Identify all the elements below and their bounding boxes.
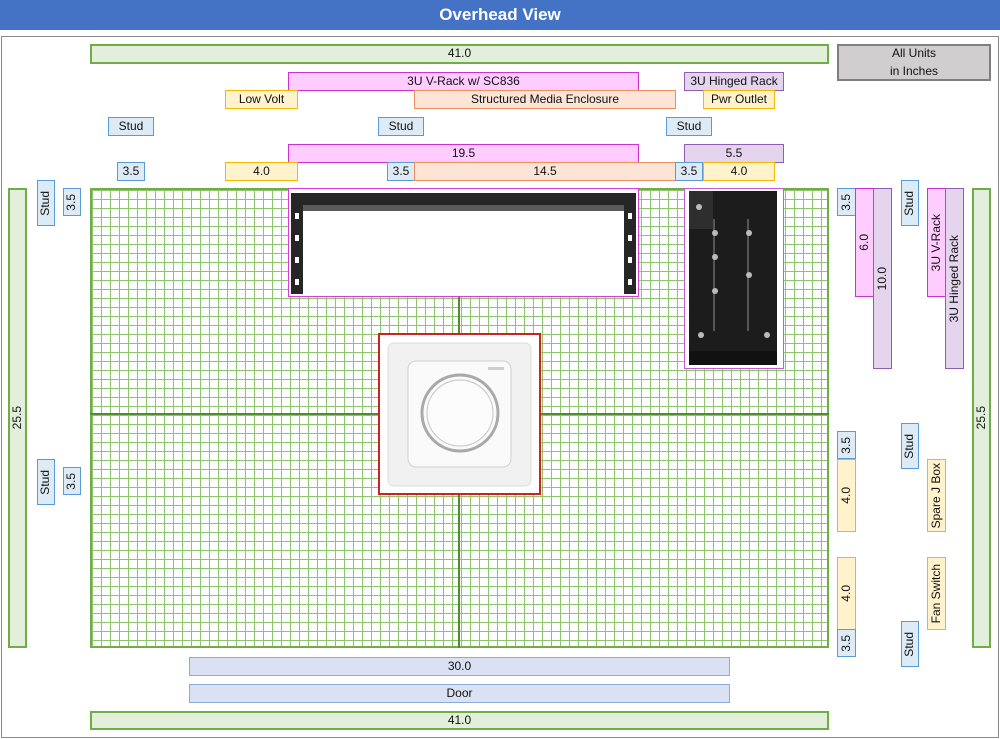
ceiling-fan-outline: [378, 333, 541, 495]
hinged-rack-shape: [684, 188, 784, 369]
spare-jbox-label: Spare J Box: [927, 459, 946, 532]
stud-top-middle: Stud: [378, 117, 424, 136]
top-width-dimension: 41.0: [90, 44, 829, 64]
stud-top-right: Stud: [666, 117, 712, 136]
stud-gap-middle-dimension: 3.5: [387, 162, 415, 181]
vrack-illustration: [291, 193, 636, 294]
stud-gap-right-top-dimension: 3.5: [837, 188, 856, 216]
stud-right-top: Stud: [901, 180, 919, 226]
sme-width-dimension: 14.5: [414, 162, 676, 181]
fan-switch-height-dimension: 4.0: [837, 557, 856, 630]
stud-left-bottom: Stud: [37, 459, 55, 505]
stud-gap-left-bottom-dimension: 3.5: [63, 467, 81, 495]
pwr-outlet-width-dimension: 4.0: [703, 162, 775, 181]
page-title: Overhead View: [0, 0, 1000, 30]
hinged-width-dimension: 5.5: [684, 144, 784, 163]
vrack-label: 3U V-Rack w/ SC836: [288, 72, 639, 91]
vrack-depth-dimension: 6.0: [855, 188, 874, 297]
stud-gap-right-bottom-dimension: 3.5: [837, 629, 856, 657]
low-volt-width-dimension: 4.0: [225, 162, 298, 181]
sme-label: Structured Media Enclosure: [414, 90, 676, 109]
stud-left-top: Stud: [37, 180, 55, 226]
low-volt-label: Low Volt: [225, 90, 298, 109]
hinged-depth-dimension: 10.0: [873, 188, 892, 369]
vrack-shape: [288, 188, 639, 297]
stud-right-bottom: Stud: [901, 621, 919, 667]
door-label: Door: [189, 684, 730, 703]
hinged-rack-illustration: [689, 191, 777, 365]
stud-top-left: Stud: [108, 117, 154, 136]
stud-gap-right-middle-dimension: 3.5: [837, 431, 856, 459]
left-depth-dimension: 25.5: [8, 188, 27, 648]
hinged-rack-side-label: 3U Hinged Rack: [945, 188, 964, 369]
units-note: All Units in Inches: [837, 44, 991, 81]
fan-switch-label: Fan Switch: [927, 557, 946, 630]
right-depth-dimension: 25.5: [972, 188, 991, 648]
ceiling-fan-icon: [387, 342, 532, 487]
vrack-width-dimension: 19.5: [288, 144, 639, 163]
bottom-width-dimension: 41.0: [90, 711, 829, 730]
stud-gap-left-top-dimension: 3.5: [63, 188, 81, 216]
door-width-dimension: 30.0: [189, 657, 730, 676]
stud-gap-right-dimension: 3.5: [675, 162, 703, 181]
stud-gap-left-dimension: 3.5: [117, 162, 145, 181]
vrack-side-label: 3U V-Rack: [927, 188, 946, 297]
spare-jbox-height-dimension: 4.0: [837, 459, 856, 532]
hinged-rack-label: 3U Hinged Rack: [684, 72, 784, 91]
pwr-outlet-label: Pwr Outlet: [703, 90, 775, 109]
stud-right-middle: Stud: [901, 423, 919, 469]
